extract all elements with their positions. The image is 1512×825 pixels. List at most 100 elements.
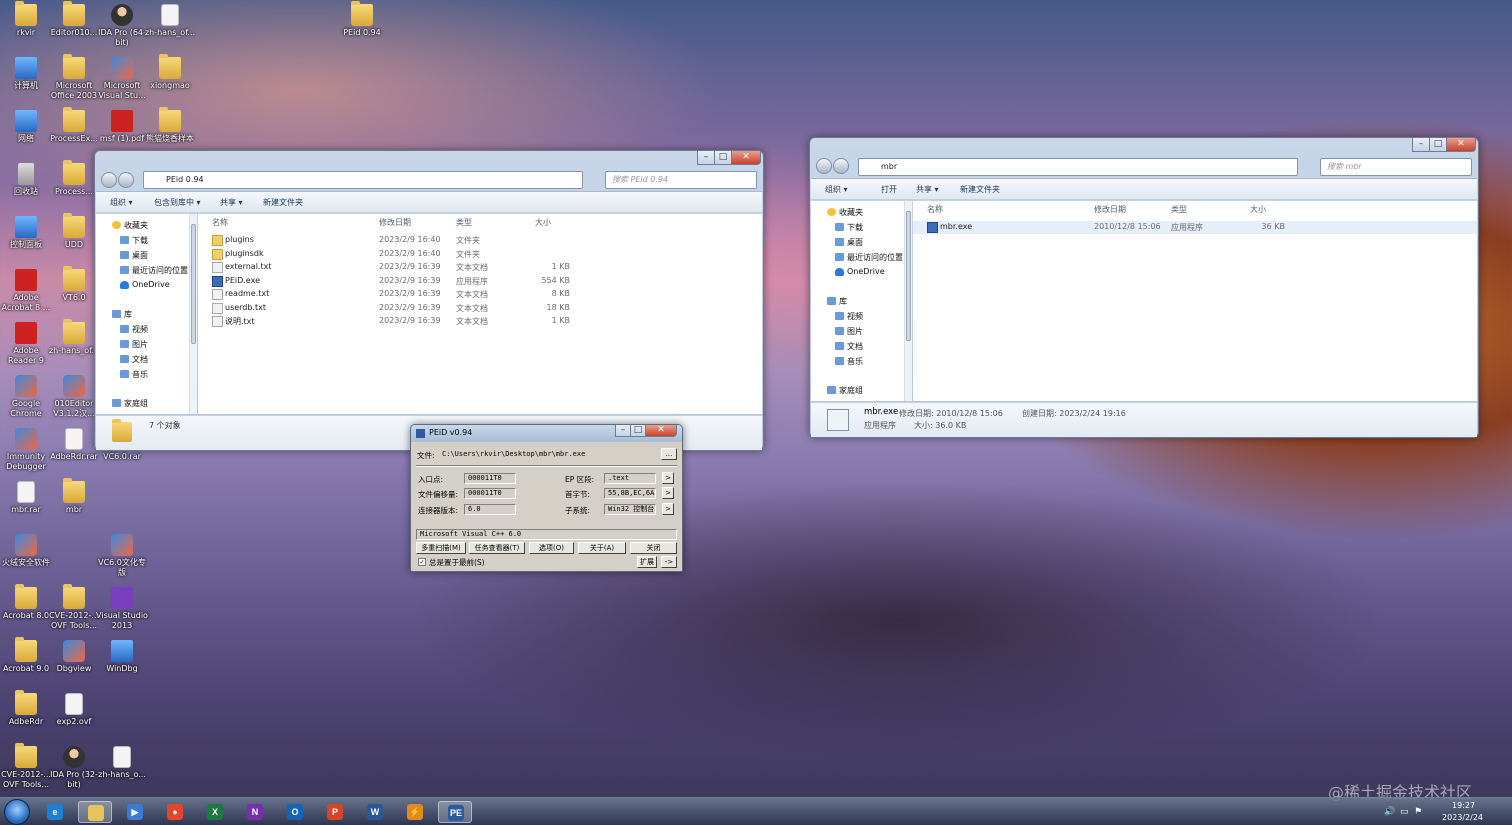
- minimize-button[interactable]: –: [697, 151, 715, 165]
- desktop-icon[interactable]: Google Chrome: [0, 375, 52, 419]
- explorer-window-peid[interactable]: – □ ✕ PEid 0.94 搜索 PEid 0.94 组织 ▾ 包含到库中 …: [94, 150, 764, 451]
- taskbar-app-button[interactable]: e: [38, 801, 72, 823]
- desktop-icon[interactable]: VT6.0: [48, 266, 100, 303]
- desktop-icon[interactable]: zh-hans_of...: [144, 4, 196, 38]
- desktop-icon[interactable]: 计算机: [0, 57, 52, 91]
- start-button[interactable]: [4, 799, 30, 825]
- file-path-field[interactable]: C:\Users\rkvir\Desktop\mbr\mbr.exe: [438, 449, 659, 460]
- nav-pictures[interactable]: 图片: [118, 339, 148, 350]
- extension-arrow-button[interactable]: ->: [661, 556, 677, 568]
- subsystem-field[interactable]: Win32 控制台: [604, 504, 656, 515]
- ep-section-field[interactable]: .text: [604, 473, 656, 484]
- desktop-icon[interactable]: CVE-2012-... OVF Tools...: [48, 584, 100, 631]
- nav-documents[interactable]: 文档: [118, 354, 148, 365]
- maximize-button[interactable]: □: [714, 151, 732, 165]
- subsystem-detail-button[interactable]: >: [662, 503, 674, 515]
- desktop-icon[interactable]: zh-hans_of...: [48, 319, 100, 356]
- desktop-icon[interactable]: IDA Pro (32-bit): [48, 746, 100, 790]
- nav-favorites[interactable]: 收藏夹: [110, 220, 148, 231]
- desktop-icon[interactable]: rkvir: [0, 1, 52, 38]
- nav-desktop[interactable]: 桌面: [833, 237, 863, 248]
- column-size[interactable]: 大小: [535, 217, 551, 228]
- close-button[interactable]: ✕: [731, 151, 761, 165]
- nav-favorites[interactable]: 收藏夹: [825, 207, 863, 218]
- clock-date[interactable]: 2023/2/24: [1442, 813, 1483, 822]
- nav-scrollbar[interactable]: [189, 214, 197, 414]
- taskbar-app-button[interactable]: [78, 801, 112, 823]
- desktop-icon[interactable]: Process...: [48, 160, 100, 197]
- address-bar[interactable]: mbr: [858, 158, 1298, 176]
- column-date[interactable]: 修改日期: [1094, 204, 1126, 215]
- forward-button[interactable]: [833, 158, 849, 174]
- maximize-button[interactable]: □: [630, 425, 646, 437]
- open-button[interactable]: 打开: [881, 184, 897, 195]
- file-row[interactable]: userdb.txt 2023/2/9 16:39 文本文档 18 KB: [198, 302, 762, 315]
- maximize-button[interactable]: □: [1429, 138, 1447, 152]
- nav-libraries[interactable]: 库: [825, 296, 847, 307]
- taskbar-app-button[interactable]: PE: [438, 801, 472, 823]
- nav-videos[interactable]: 视频: [833, 311, 863, 322]
- desktop-icon[interactable]: Immunity Debugger: [0, 428, 52, 472]
- desktop-icon[interactable]: Editor010...: [48, 1, 100, 38]
- entry-point-field[interactable]: 000011T0: [464, 473, 516, 484]
- first-bytes-field[interactable]: 55,8B,EC,6A: [604, 488, 656, 499]
- desktop-icon[interactable]: IDA Pro (64-bit): [96, 4, 148, 48]
- nav-music[interactable]: 音乐: [833, 356, 863, 367]
- first-bytes-detail-button[interactable]: >: [662, 487, 674, 499]
- column-name[interactable]: 名称: [927, 204, 943, 215]
- include-library-button[interactable]: 包含到库中 ▾: [154, 197, 201, 208]
- close-dialog-button[interactable]: 关闭: [630, 542, 677, 554]
- desktop-icon[interactable]: mbr.rar: [0, 481, 52, 515]
- nav-downloads[interactable]: 下载: [833, 222, 863, 233]
- desktop-icon[interactable]: ProcessEx...: [48, 107, 100, 144]
- file-row[interactable]: pluginsdk 2023/2/9 16:40 文件夹: [198, 248, 762, 261]
- peid-window[interactable]: PEiD v0.94 – □ ✕ 文件: C:\Users\rkvir\Desk…: [410, 424, 683, 572]
- desktop-icon[interactable]: UDD: [48, 213, 100, 250]
- new-folder-button[interactable]: 新建文件夹: [263, 197, 303, 208]
- desktop-icon[interactable]: CVE-2012-... OVF Tools...: [0, 743, 52, 790]
- nav-libraries[interactable]: 库: [110, 309, 132, 320]
- column-date[interactable]: 修改日期: [379, 217, 411, 228]
- desktop-icon[interactable]: Adobe Acrobat 8 ...: [0, 269, 52, 313]
- desktop-icon[interactable]: AdbeRdr: [0, 690, 52, 727]
- new-folder-button[interactable]: 新建文件夹: [960, 184, 1000, 195]
- close-button[interactable]: ✕: [1446, 138, 1476, 152]
- nav-onedrive[interactable]: OneDrive: [833, 267, 885, 276]
- desktop-icon[interactable]: exp2.ovf: [48, 693, 100, 727]
- linker-field[interactable]: 6.0: [464, 504, 516, 515]
- desktop-icon[interactable]: Microsoft Visual Stu...: [96, 57, 148, 101]
- desktop-icon[interactable]: xiongmao: [144, 54, 196, 91]
- desktop-icon[interactable]: zh-hans_o...: [96, 746, 148, 780]
- about-button[interactable]: 关于(A): [578, 542, 626, 554]
- nav-homegroup[interactable]: 家庭组: [110, 398, 148, 409]
- title-bar[interactable]: – □ ✕: [810, 138, 1478, 158]
- column-name[interactable]: 名称: [212, 217, 228, 228]
- scan-result-field[interactable]: Microsoft Visual C++ 6.0: [416, 529, 677, 540]
- desktop-icon[interactable]: 010Editor V3.1.2汉...: [48, 375, 100, 419]
- nav-homegroup[interactable]: 家庭组: [825, 385, 863, 396]
- taskbar-app-button[interactable]: N: [238, 801, 272, 823]
- taskbar-app-button[interactable]: ⚡: [398, 801, 432, 823]
- file-offset-field[interactable]: 000011T0: [464, 488, 516, 499]
- organize-button[interactable]: 组织 ▾: [825, 184, 848, 195]
- taskbar-app-button[interactable]: X: [198, 801, 232, 823]
- desktop-icon[interactable]: 控制面板: [0, 216, 52, 250]
- desktop-icon[interactable]: Acrobat 8.0: [0, 584, 52, 621]
- desktop-icon[interactable]: WinDbg: [96, 640, 148, 674]
- peid-title-bar[interactable]: PEiD v0.94 – □ ✕: [411, 425, 682, 442]
- organize-button[interactable]: 组织 ▾: [110, 197, 133, 208]
- back-button[interactable]: [816, 158, 832, 174]
- taskbar-app-button[interactable]: W: [358, 801, 392, 823]
- clock-time[interactable]: 19:27: [1452, 801, 1475, 810]
- nav-recent[interactable]: 最近访问的位置: [118, 265, 188, 276]
- desktop-icon[interactable]: 网络: [0, 110, 52, 144]
- nav-downloads[interactable]: 下载: [118, 235, 148, 246]
- nav-pictures[interactable]: 图片: [833, 326, 863, 337]
- title-bar[interactable]: – □ ✕: [95, 151, 763, 171]
- file-row[interactable]: plugins 2023/2/9 16:40 文件夹: [198, 234, 762, 247]
- flag-icon[interactable]: ⚑: [1414, 807, 1422, 817]
- share-button[interactable]: 共享 ▾: [916, 184, 939, 195]
- desktop-icon[interactable]: Adobe Reader 9: [0, 322, 52, 366]
- options-button[interactable]: 选项(O): [529, 542, 574, 554]
- file-row[interactable]: PEiD.exe 2023/2/9 16:39 应用程序 554 KB: [198, 275, 762, 288]
